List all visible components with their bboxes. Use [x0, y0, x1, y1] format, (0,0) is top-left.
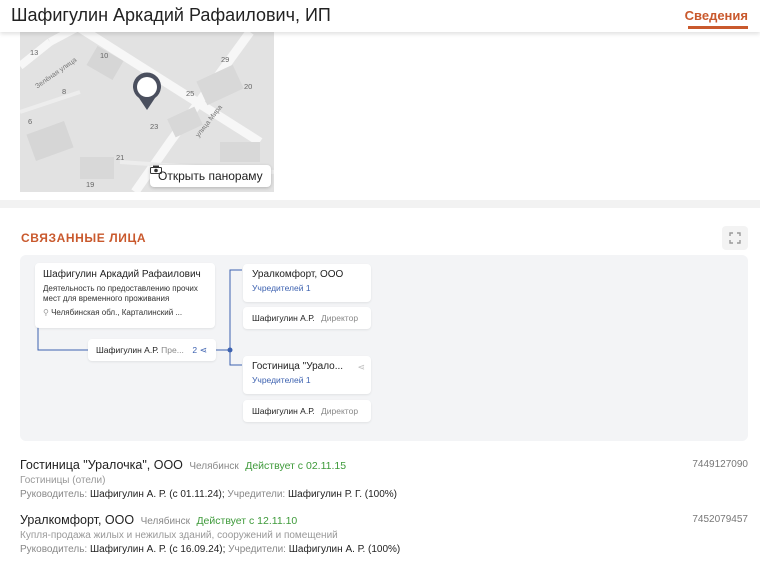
house-number: 29 — [221, 55, 230, 64]
director-role: Директор — [321, 406, 359, 416]
house-number: 8 — [62, 87, 67, 96]
graph-company-card[interactable]: Уралкомфорт, ООО Учредителей 1 — [243, 264, 371, 302]
location-map[interactable]: 13 10 8 6 29 25 20 23 21 19 19 Зелёная у… — [20, 32, 274, 192]
graph-main-card[interactable]: Шафигулин Аркадий Рафаилович Деятельност… — [35, 263, 215, 328]
director-name: Шафигулин А.Р. — [252, 313, 315, 323]
house-number: 21 — [116, 153, 125, 162]
company-city: Челябинск — [189, 461, 239, 472]
company-name-link[interactable]: Гостиница "Уралочка", ООО — [20, 458, 183, 472]
map-pin-icon — [133, 72, 161, 110]
active-tab-indicator — [688, 26, 748, 29]
relations-graph[interactable]: Шафигулин Аркадий Рафаилович Деятельност… — [20, 255, 748, 441]
company-card-founders: Учредителей 1 — [252, 375, 311, 385]
company-city: Челябинск — [140, 516, 190, 527]
share-icon: ⋖ — [199, 345, 208, 355]
head-label: Руководитель: — [20, 544, 88, 555]
head-label: Руководитель: — [20, 489, 88, 500]
house-number: 6 — [28, 117, 33, 126]
company-people: Руководитель: Шафигулин А. Р. (с 16.09.2… — [20, 544, 748, 555]
head-value: Шафигулин А. Р. (с 16.09.24); — [89, 544, 226, 555]
founders-label: Учредители: — [228, 544, 286, 555]
founders-label: Учредители: — [227, 489, 286, 500]
company-status: Действует с 02.11.15 — [245, 460, 347, 472]
location-icon: ⚲ — [43, 308, 49, 317]
open-panorama-label: Открыть панораму — [158, 169, 263, 183]
graph-director-card[interactable]: Шафигулин А.Р. Директор — [243, 400, 371, 422]
fullscreen-icon — [729, 232, 741, 244]
company-activity: Купля-продажа жилых и нежилых зданий, со… — [20, 530, 338, 541]
tab-details[interactable]: Сведения — [685, 8, 748, 23]
main-card-name: Шафигулин Аркадий Рафаилович — [43, 269, 201, 280]
related-section-title: СВЯЗАННЫЕ ЛИЦА — [21, 231, 147, 245]
company-inn: 7449127090 — [692, 459, 748, 470]
house-number: 19 — [86, 180, 95, 189]
house-number: 23 — [150, 122, 159, 131]
panorama-icon — [150, 165, 162, 174]
page-title: Шафигулин Аркадий Рафаилович, ИП — [11, 5, 331, 25]
share-icon[interactable]: ⋖ — [357, 362, 365, 373]
main-card-activity: Деятельность по предоставлению прочих ме… — [43, 284, 198, 303]
house-number: 25 — [186, 89, 195, 98]
head-value: Шафигулин А. Р. (с 01.11.24); — [89, 489, 225, 500]
founders-value: Шафигулин А. Р. (100%) — [288, 544, 401, 555]
list-item: Гостиница "Уралочка", ООО Челябинск Дейс… — [20, 458, 748, 500]
main-card-address: Челябинская обл., Карталинский ... — [51, 308, 183, 317]
graph-director-card[interactable]: Шафигулин А.Р. Директор — [243, 307, 371, 329]
director-name: Шафигулин А.Р. — [252, 406, 315, 416]
list-item: Уралкомфорт, ООО Челябинск Действует с 1… — [20, 513, 748, 555]
company-name-link[interactable]: Уралкомфорт, ООО — [20, 513, 134, 527]
company-card-founders: Учредителей 1 — [252, 283, 311, 293]
open-panorama-button[interactable]: Открыть панораму — [150, 165, 271, 187]
connector-count: 2 — [192, 345, 198, 355]
graph-company-card[interactable]: Гостиница "Урало... Учредителей 1 ⋖ — [243, 356, 371, 394]
company-inn: 7452079457 — [692, 514, 748, 525]
company-people: Руководитель: Шафигулин А. Р. (с 01.11.2… — [20, 489, 748, 500]
main-card-address-row: ⚲ Челябинская обл., Карталинский ... — [43, 308, 207, 318]
director-role: Директор — [321, 313, 359, 323]
company-activity: Гостиницы (отели) — [20, 475, 106, 486]
founders-value: Шафигулин Р. Г. (100%) — [288, 489, 398, 500]
section-divider — [0, 200, 760, 208]
connector-person: Шафигулин А.Р. — [96, 345, 159, 355]
company-card-name: Гостиница "Урало... — [252, 361, 344, 372]
company-status: Действует с 12.11.10 — [196, 515, 298, 527]
house-number: 10 — [100, 51, 109, 60]
house-number: 20 — [244, 82, 253, 91]
company-card-name: Уралкомфорт, ООО — [252, 269, 344, 280]
expand-graph-button[interactable] — [722, 226, 748, 250]
graph-connector-card[interactable]: Шафигулин А.Р. Пре... 2 ⋖ — [88, 339, 216, 361]
house-number: 13 — [30, 48, 39, 57]
page-header: Шафигулин Аркадий Рафаилович, ИП Сведени… — [0, 0, 760, 32]
connector-role: Пре... — [161, 345, 184, 355]
